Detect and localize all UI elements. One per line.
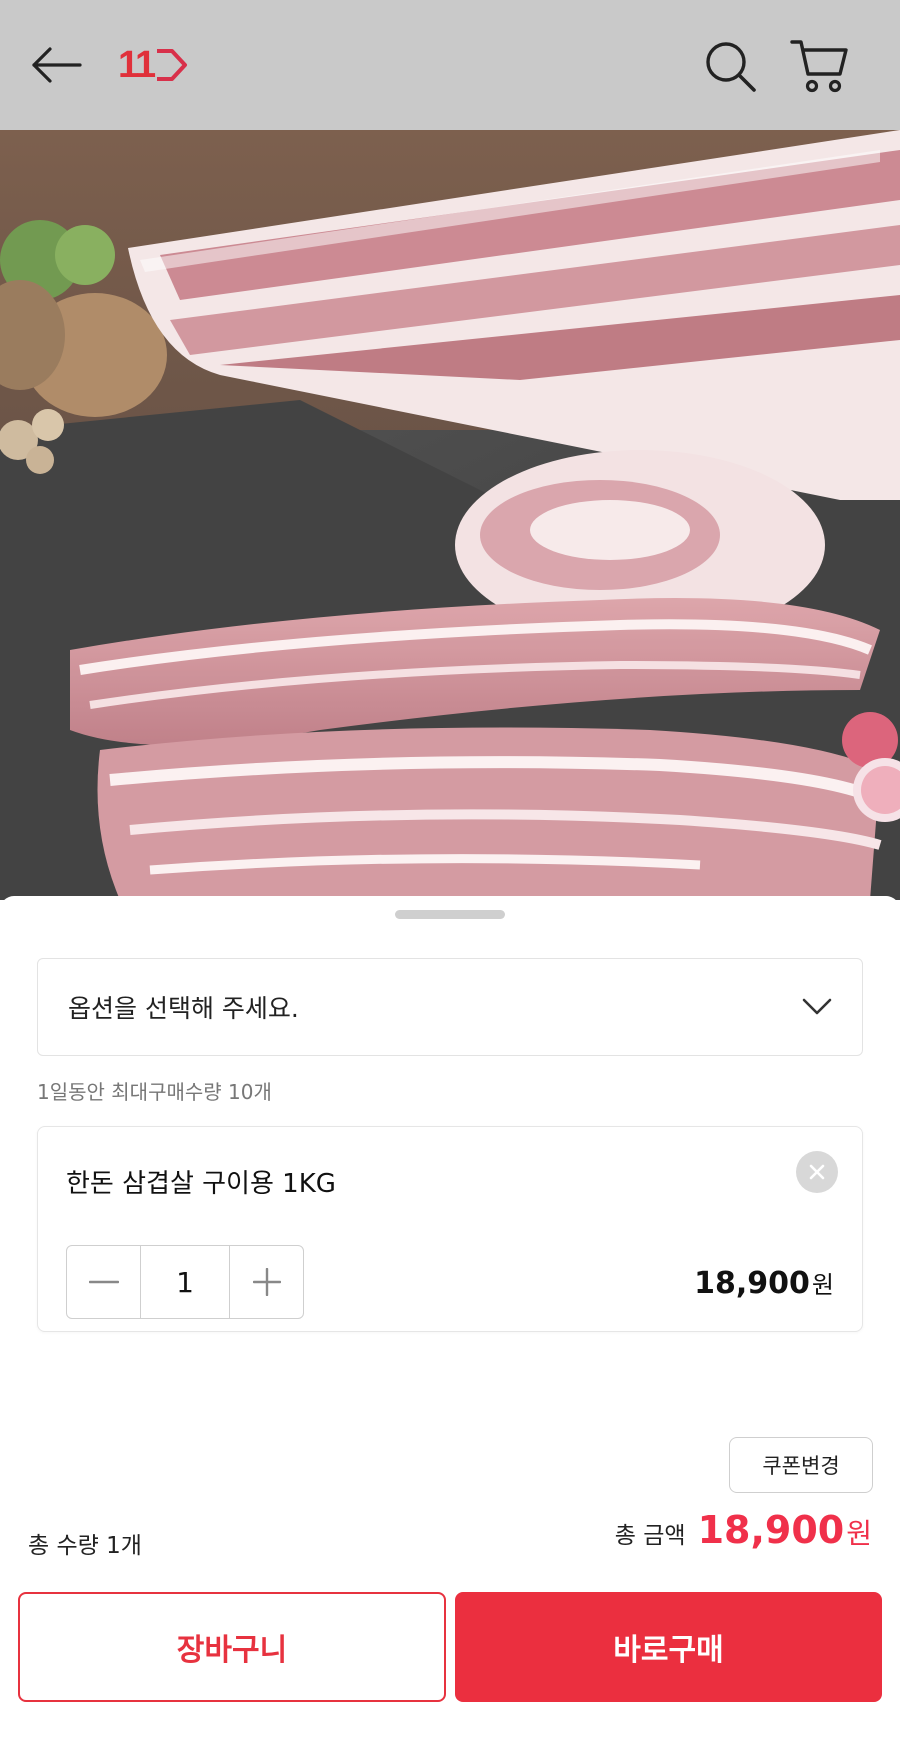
buy-now-button[interactable]: 바로구매 (455, 1592, 882, 1702)
chevron-down-icon (802, 998, 832, 1015)
decrease-quantity-button[interactable] (67, 1246, 140, 1318)
brand-logo[interactable]: 11 (118, 40, 188, 90)
total-quantity: 총 수량 1개 (28, 1533, 142, 1559)
remove-option-button[interactable] (796, 1151, 838, 1193)
plus-icon (252, 1268, 281, 1296)
change-coupon-button[interactable]: 쿠폰변경 (729, 1437, 873, 1493)
add-to-cart-button[interactable]: 장바구니 (18, 1592, 446, 1702)
selected-option-name: 한돈 삼겹살 구이용 1KG (66, 1169, 336, 1199)
logo-arrow-mark (157, 49, 188, 81)
pork-belly-photo (0, 130, 900, 900)
sheet-drag-handle[interactable] (395, 910, 505, 919)
logo-text: 11 (118, 43, 156, 86)
product-image[interactable] (0, 130, 900, 900)
close-icon (809, 1164, 825, 1180)
total-amount-value: 18,900 (697, 1508, 845, 1552)
purchase-bottom-sheet: 옵션을 선택해 주세요. 1일동안 최대구매수량 10개 한돈 삼겹살 구이용 … (0, 896, 900, 1738)
max-purchase-note: 1일동안 최대구매수량 10개 (37, 1080, 272, 1104)
selected-option-card: 한돈 삼겹살 구이용 1KG 1 18,900 원 (37, 1126, 863, 1332)
quantity-stepper: 1 (66, 1245, 304, 1319)
increase-quantity-button[interactable] (230, 1246, 303, 1318)
option-select-placeholder: 옵션을 선택해 주세요. (68, 994, 299, 1023)
arrow-left-icon (32, 47, 82, 83)
cart-button[interactable] (788, 34, 852, 98)
quantity-value[interactable]: 1 (140, 1246, 230, 1318)
total-amount-label: 총 금액 (614, 1523, 686, 1549)
total-amount: 총 금액 18,900 원 (615, 1508, 872, 1552)
cart-icon (790, 40, 848, 93)
total-amount-unit: 원 (846, 1517, 872, 1550)
search-button[interactable] (700, 36, 760, 96)
back-button[interactable] (30, 40, 90, 90)
option-price-unit: 원 (811, 1271, 834, 1299)
option-price-value: 18,900 (694, 1266, 810, 1301)
option-price: 18,900 원 (694, 1265, 834, 1301)
option-select-dropdown[interactable]: 옵션을 선택해 주세요. (37, 958, 863, 1056)
search-icon (706, 42, 756, 92)
top-app-bar: 11 (0, 0, 900, 130)
minus-icon (88, 1280, 119, 1284)
